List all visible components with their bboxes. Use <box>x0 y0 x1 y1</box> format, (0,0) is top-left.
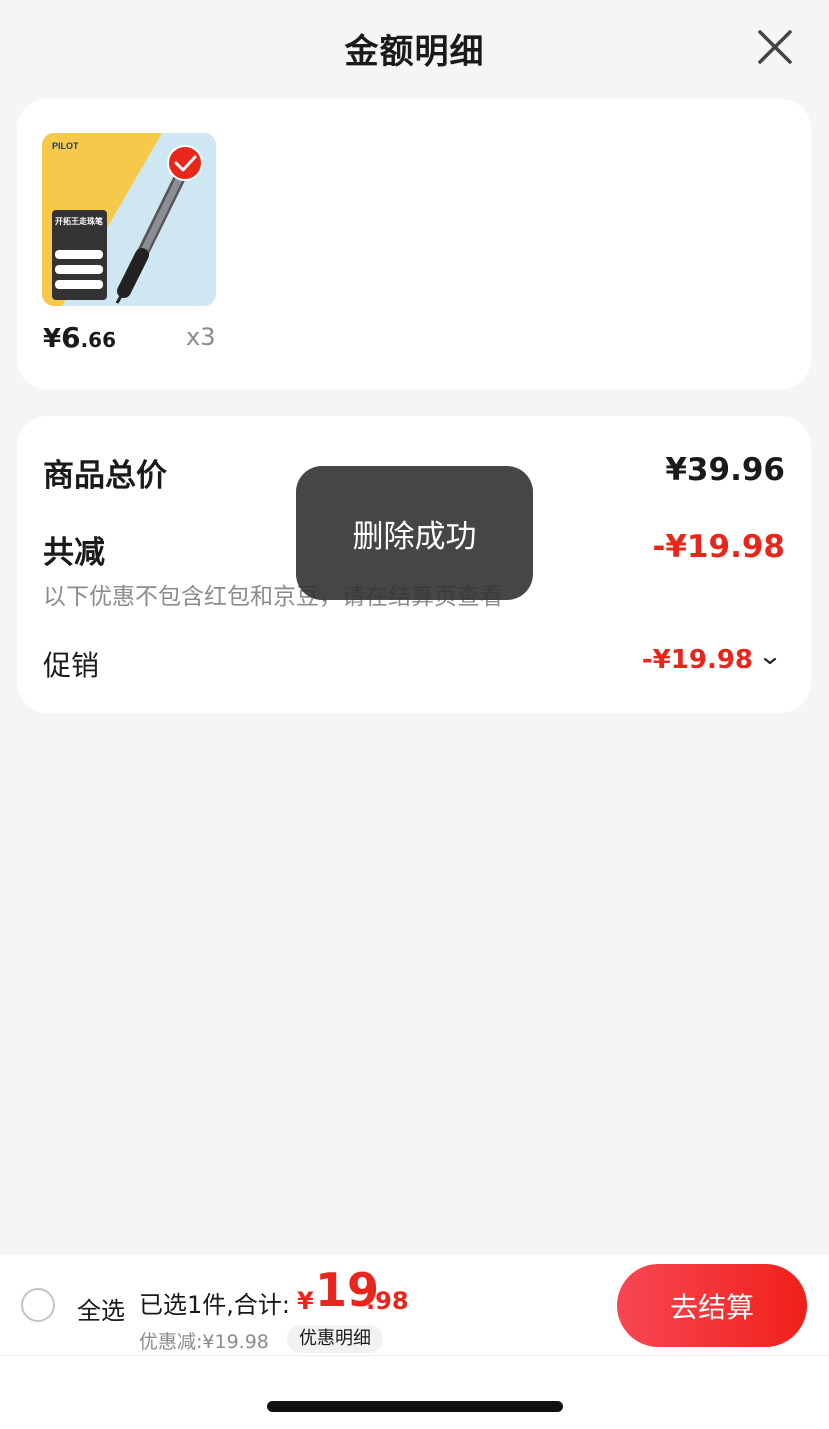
total-price-label: 商品总价 <box>43 458 167 494</box>
close-icon <box>758 30 792 64</box>
brand-logo-text: PILOT <box>52 141 79 151</box>
select-all-label[interactable]: 全选 <box>77 1291 125 1326</box>
page-title: 金额明细 <box>344 32 485 72</box>
price-integer: 6 <box>61 321 81 354</box>
product-price: ¥6.66 <box>43 321 116 354</box>
price-currency: ¥ <box>43 324 62 354</box>
total-amount-decimal: .98 <box>366 1287 409 1315</box>
home-indicator[interactable] <box>267 1401 563 1412</box>
product-card: PILOT 开拓王走珠笔 ¥6.66 x3 <box>17 99 811 389</box>
product-image-title: 开拓王走珠笔 <box>55 216 103 226</box>
price-decimal: .66 <box>80 328 117 352</box>
home-indicator-area <box>0 1356 829 1429</box>
product-image[interactable]: PILOT 开拓王走珠笔 <box>42 133 216 306</box>
total-price-value: ¥39.96 <box>665 452 785 488</box>
sheet-header: 金额明细 <box>0 0 829 96</box>
product-quantity: x3 <box>186 323 216 351</box>
total-currency: ¥ <box>297 1287 314 1315</box>
selected-count-text: 已选1件,合计: <box>139 1291 290 1319</box>
close-button[interactable] <box>752 24 798 70</box>
promotion-value[interactable]: -¥19.98 <box>642 645 753 675</box>
toast-message: 删除成功 <box>296 466 533 600</box>
chevron-down-icon[interactable] <box>762 655 778 667</box>
total-reduce-label: 共减 <box>43 535 105 571</box>
select-all-checkbox[interactable] <box>21 1288 55 1322</box>
discount-detail-button[interactable]: 优惠明细 <box>287 1325 383 1353</box>
promotion-label: 促销 <box>43 649 100 682</box>
selected-check-icon <box>167 145 203 181</box>
discount-amount-text: 优惠减:¥19.98 <box>139 1331 269 1353</box>
bottom-checkout-bar: 全选 已选1件,合计: ¥ 19 .98 优惠减:¥19.98 优惠明细 去结算 <box>0 1255 829 1355</box>
checkout-button[interactable]: 去结算 <box>617 1264 807 1347</box>
total-reduce-value: -¥19.98 <box>652 529 786 565</box>
amount-detail-sheet: 金额明细 PILOT 开拓王走珠笔 ¥6.66 x3 商品总价 ¥39.96 共… <box>0 0 829 1429</box>
